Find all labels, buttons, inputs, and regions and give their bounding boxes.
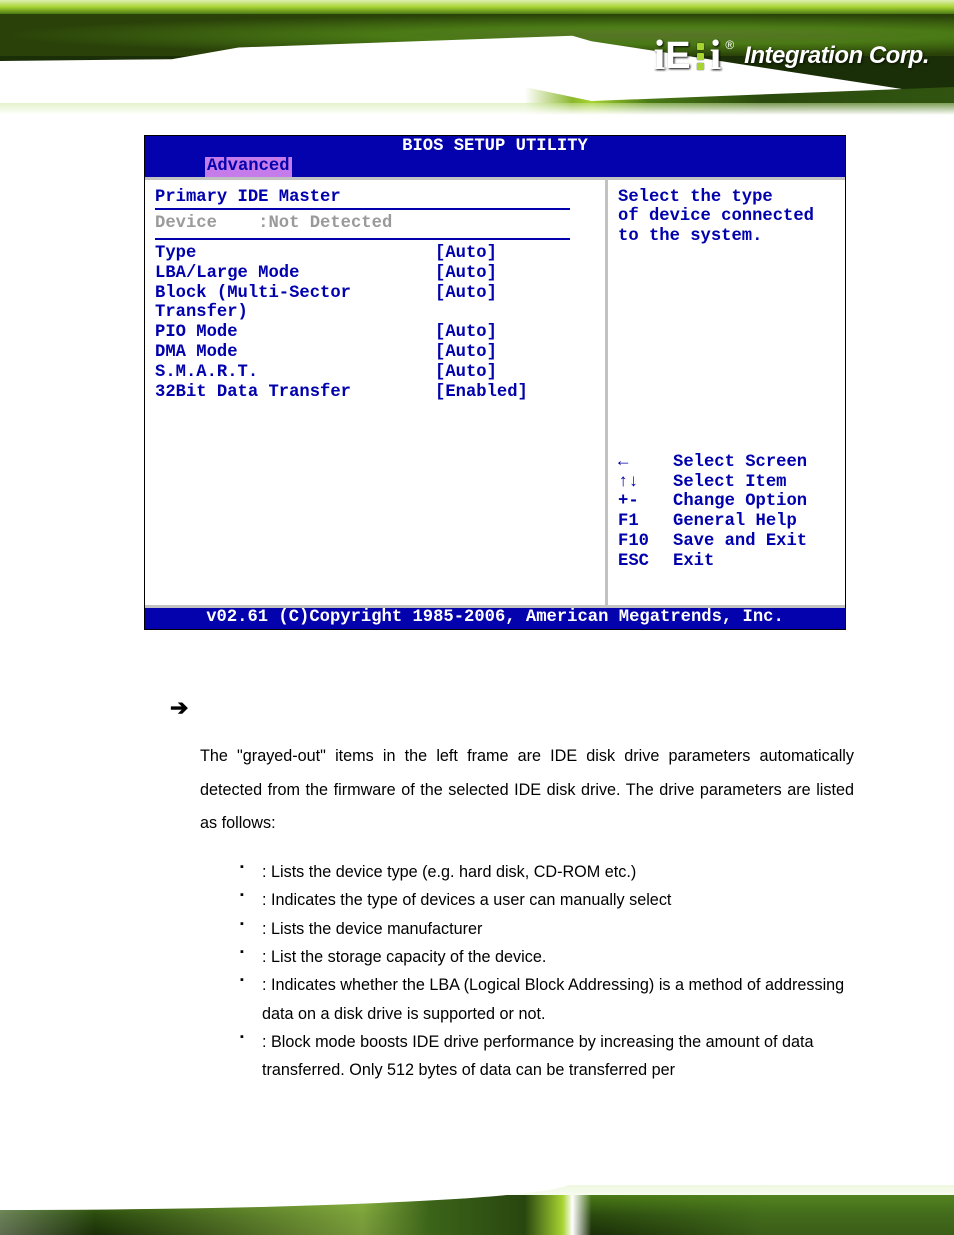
brand-logo: i E i ® Integration Corp. xyxy=(654,32,929,80)
bios-setting-dma[interactable]: DMA Mode[Auto] xyxy=(155,343,595,363)
logo-i-1: i xyxy=(654,32,666,80)
arrow-bullet-icon: ➔ xyxy=(170,685,854,730)
list-item: : Block mode boosts IDE drive performanc… xyxy=(240,1028,854,1085)
bios-footer: v02.61 (C)Copyright 1985-2006, American … xyxy=(145,605,845,630)
logo-e: E xyxy=(665,35,690,78)
bios-tab-bar: Advanced xyxy=(145,157,845,177)
parameter-list: : Lists the device type (e.g. hard disk,… xyxy=(240,858,854,1085)
bios-description: Select the type of device connected to t… xyxy=(618,188,835,247)
key-plusminus-icon: +- xyxy=(618,492,673,512)
brand-text: Integration Corp. xyxy=(744,42,929,70)
list-item: : Lists the device type (e.g. hard disk,… xyxy=(240,858,854,886)
bios-setting-smart[interactable]: S.M.A.R.T.[Auto] xyxy=(155,363,595,383)
body-paragraph: The "grayed-out" items in the left frame… xyxy=(200,740,854,840)
list-item: : List the storage capacity of the devic… xyxy=(240,943,854,971)
logo-dots-icon xyxy=(697,43,704,70)
bios-setting-lba[interactable]: LBA/Large Mode[Auto] xyxy=(155,264,595,284)
key-left-icon: ← xyxy=(618,453,673,473)
list-item: : Indicates whether the LBA (Logical Blo… xyxy=(240,971,854,1028)
bios-setting-block[interactable]: Block (Multi-Sector Transfer)[Auto] xyxy=(155,284,595,324)
bios-help-keys: ←Select Screen ↑↓Select Item +-Change Op… xyxy=(618,453,835,572)
body-content: ➔ The "grayed-out" items in the left fra… xyxy=(170,685,854,1084)
page-header: i E i ® Integration Corp. xyxy=(0,0,954,115)
bios-section-heading: Primary IDE Master xyxy=(155,188,595,208)
bios-setting-pio[interactable]: PIO Mode[Auto] xyxy=(155,323,595,343)
list-item: : Lists the device manufacturer xyxy=(240,915,854,943)
key-updown-icon: ↑↓ xyxy=(618,473,673,493)
bios-tab-advanced[interactable]: Advanced xyxy=(205,157,292,177)
key-esc-icon: ESC xyxy=(618,552,673,572)
bios-device-row: Device :Not Detected xyxy=(155,214,595,234)
list-item: : Indicates the type of devices a user c… xyxy=(240,886,854,914)
key-f1-icon: F1 xyxy=(618,512,673,532)
bios-left-pane: Primary IDE Master Device :Not Detected … xyxy=(145,180,608,605)
bios-setting-type[interactable]: Type[Auto] xyxy=(155,244,595,264)
bios-setting-32bit[interactable]: 32Bit Data Transfer[Enabled] xyxy=(155,383,595,403)
key-f10-icon: F10 xyxy=(618,532,673,552)
logo-registered: ® xyxy=(725,38,734,52)
page-footer xyxy=(0,1175,954,1235)
bios-title: BIOS SETUP UTILITY xyxy=(145,136,845,157)
bios-screenshot: BIOS SETUP UTILITY Advanced Primary IDE … xyxy=(144,135,846,630)
logo-i-2: i xyxy=(710,32,722,80)
bios-right-pane: Select the type of device connected to t… xyxy=(608,180,845,605)
